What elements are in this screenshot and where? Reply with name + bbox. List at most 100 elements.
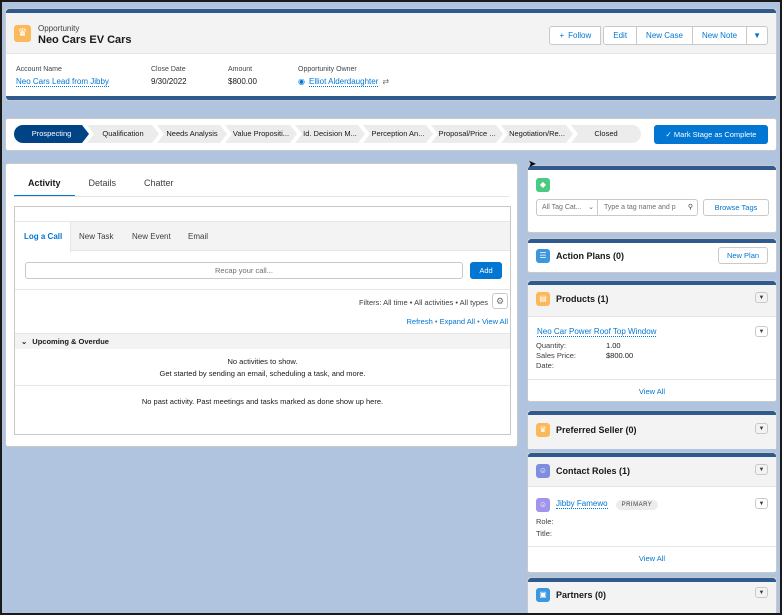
contact-roles-menu-button[interactable]: ▼ — [755, 464, 768, 475]
tab-divider — [14, 196, 509, 197]
path-stage-negotiation[interactable]: Negotiation/Re... — [501, 125, 573, 143]
action-plans-title[interactable]: Action Plans (0) — [556, 251, 624, 261]
change-owner-icon[interactable]: ⇄ — [382, 77, 389, 86]
path-stage-perception-analysis[interactable]: Perception An... — [363, 125, 433, 143]
card-stripe — [528, 239, 776, 243]
upcoming-label: Upcoming & Overdue — [32, 337, 109, 346]
user-icon: ◉ — [298, 77, 305, 86]
products-menu-button[interactable]: ▼ — [755, 292, 768, 303]
preferred-seller-card: ♛ Preferred Seller (0) ▼ — [527, 410, 777, 449]
activity-filters: Filters: All time • All activities • All… — [358, 298, 488, 307]
record-header: ♛ Opportunity Neo Cars EV Cars + Follow E… — [5, 8, 777, 101]
quantity-row: Quantity: 1.00 — [536, 341, 621, 350]
search-icon: ⚲ — [687, 204, 693, 211]
activity-panel: Activity Details Chatter Log a Call New … — [5, 163, 518, 447]
tags-card: ◆ All Tag Cat... ⌄ Type a tag name and p ⚲… — [527, 165, 777, 233]
upcoming-overdue-section[interactable]: ⌄ Upcoming & Overdue — [15, 333, 510, 349]
contact-roles-title[interactable]: Contact Roles (1) — [556, 466, 630, 476]
browse-tags-button[interactable]: Browse Tags — [703, 199, 769, 216]
gear-icon[interactable]: ⚙ — [492, 293, 508, 309]
path-stage-id-decision-makers[interactable]: Id. Decision M... — [295, 125, 365, 143]
header-stripe-bottom — [6, 96, 776, 100]
card-stripe — [528, 166, 776, 170]
plus-icon: + — [559, 31, 565, 40]
product-row-menu-button[interactable]: ▼ — [755, 326, 768, 337]
tab-activity[interactable]: Activity — [14, 178, 75, 197]
path-stage-needs-analysis[interactable]: Needs Analysis — [157, 125, 227, 143]
more-actions-button[interactable]: ▼ — [746, 26, 768, 45]
tag-category-label: All Tag Cat... — [542, 204, 582, 211]
contact-icon: ☺ — [536, 464, 550, 478]
sales-price-value: $800.00 — [606, 351, 634, 360]
path-stage-closed[interactable]: Closed — [571, 125, 641, 143]
divider — [15, 385, 510, 386]
partners-title[interactable]: Partners (0) — [556, 590, 606, 600]
subtab-new-task[interactable]: New Task — [79, 222, 114, 251]
tag-search-input[interactable]: Type a tag name and p ⚲ — [597, 199, 698, 216]
new-case-button[interactable]: New Case — [636, 26, 693, 45]
no-past-activity-text: No past activity. Past meetings and task… — [141, 397, 384, 406]
subtab-log-a-call[interactable]: Log a Call — [15, 222, 71, 252]
tag-icon: ◆ — [536, 178, 550, 192]
follow-button[interactable]: + Follow — [549, 26, 602, 45]
close-date-value: 9/30/2022 — [151, 77, 187, 86]
chevron-down-icon: ⌄ — [588, 204, 594, 211]
partners-icon: ▣ — [536, 588, 550, 602]
tag-category-select[interactable]: All Tag Cat... ⌄ — [536, 199, 598, 216]
activity-links: Refresh • Expand All • View All — [406, 317, 508, 326]
quantity-label: Quantity: — [536, 341, 567, 350]
primary-badge: PRIMARY — [615, 500, 659, 510]
contact-row-menu-button[interactable]: ▼ — [755, 498, 768, 509]
mark-stage-complete-button[interactable]: ✓ Mark Stage as Complete — [654, 125, 768, 144]
path-stage-value-proposition[interactable]: Value Propositi... — [225, 125, 297, 143]
action-plans-card: ☰ Action Plans (0) New Plan — [527, 238, 777, 273]
new-plan-button[interactable]: New Plan — [718, 247, 768, 264]
tag-search-placeholder: Type a tag name and p — [604, 204, 676, 211]
products-title[interactable]: Products (1) — [556, 294, 609, 304]
products-view-all-link[interactable]: View All — [528, 387, 776, 396]
contact-link[interactable]: Jibby Famewo — [556, 499, 608, 509]
title-label: Title: — [536, 529, 552, 538]
view-all-link[interactable]: View All — [482, 317, 508, 326]
contact-roles-card: ☺ Contact Roles (1) ▼ ☺ Jibby Famewo PRIM… — [527, 452, 777, 573]
tab-chatter[interactable]: Chatter — [130, 178, 188, 197]
owner-link[interactable]: Elliot Alderdaughter — [308, 77, 379, 87]
contact-row: Jibby Famewo PRIMARY — [556, 499, 659, 510]
contact-roles-view-all-link[interactable]: View All — [528, 554, 776, 563]
subtab-new-event[interactable]: New Event — [132, 222, 171, 251]
preferred-seller-menu-button[interactable]: ▼ — [755, 423, 768, 434]
preferred-seller-title[interactable]: Preferred Seller (0) — [556, 425, 637, 435]
quantity-value: 1.00 — [606, 341, 621, 350]
expand-all-link[interactable]: Expand All — [440, 317, 475, 326]
tab-details[interactable]: Details — [75, 178, 131, 197]
divider — [528, 379, 776, 380]
get-started-text: Get started by sending an email, schedul… — [159, 369, 366, 378]
path-stage-proposal[interactable]: Proposal/Price ... — [431, 125, 503, 143]
chevron-down-icon: ▼ — [753, 31, 761, 40]
field-label: Amount — [228, 66, 253, 73]
path-stage-prospecting[interactable]: Prospecting — [14, 125, 89, 143]
partners-menu-button[interactable]: ▼ — [755, 587, 768, 598]
field-amount: Amount $800.00 — [228, 66, 257, 86]
account-link[interactable]: Neo Cars Lead from Jibby — [16, 77, 109, 87]
no-activities-text: No activities to show. — [227, 357, 298, 366]
path-stage-qualification[interactable]: Qualification — [87, 125, 159, 143]
header-actions: + Follow Edit New Case New Note ▼ — [549, 26, 768, 45]
new-note-button[interactable]: New Note — [691, 26, 748, 45]
field-label: Close Date — [151, 66, 186, 73]
check-icon: ✓ — [665, 130, 674, 139]
recap-call-input[interactable]: Recap your call... — [25, 262, 463, 279]
record-name: Neo Cars EV Cars — [38, 34, 132, 46]
partners-card: ▣ Partners (0) ▼ — [527, 577, 777, 615]
add-button[interactable]: Add — [470, 262, 502, 279]
mark-stage-label: Mark Stage as Complete — [673, 130, 757, 139]
crown-icon: ♛ — [14, 25, 31, 42]
refresh-link[interactable]: Refresh — [407, 317, 433, 326]
product-link[interactable]: Neo Car Power Roof Top Window — [537, 327, 657, 337]
edit-button[interactable]: Edit — [603, 26, 638, 45]
subtab-email[interactable]: Email — [188, 222, 208, 251]
object-type: Opportunity — [38, 24, 80, 33]
chevron-down-icon: ⌄ — [21, 337, 28, 346]
amount-value: $800.00 — [228, 77, 257, 86]
field-label: Opportunity Owner — [298, 66, 357, 73]
